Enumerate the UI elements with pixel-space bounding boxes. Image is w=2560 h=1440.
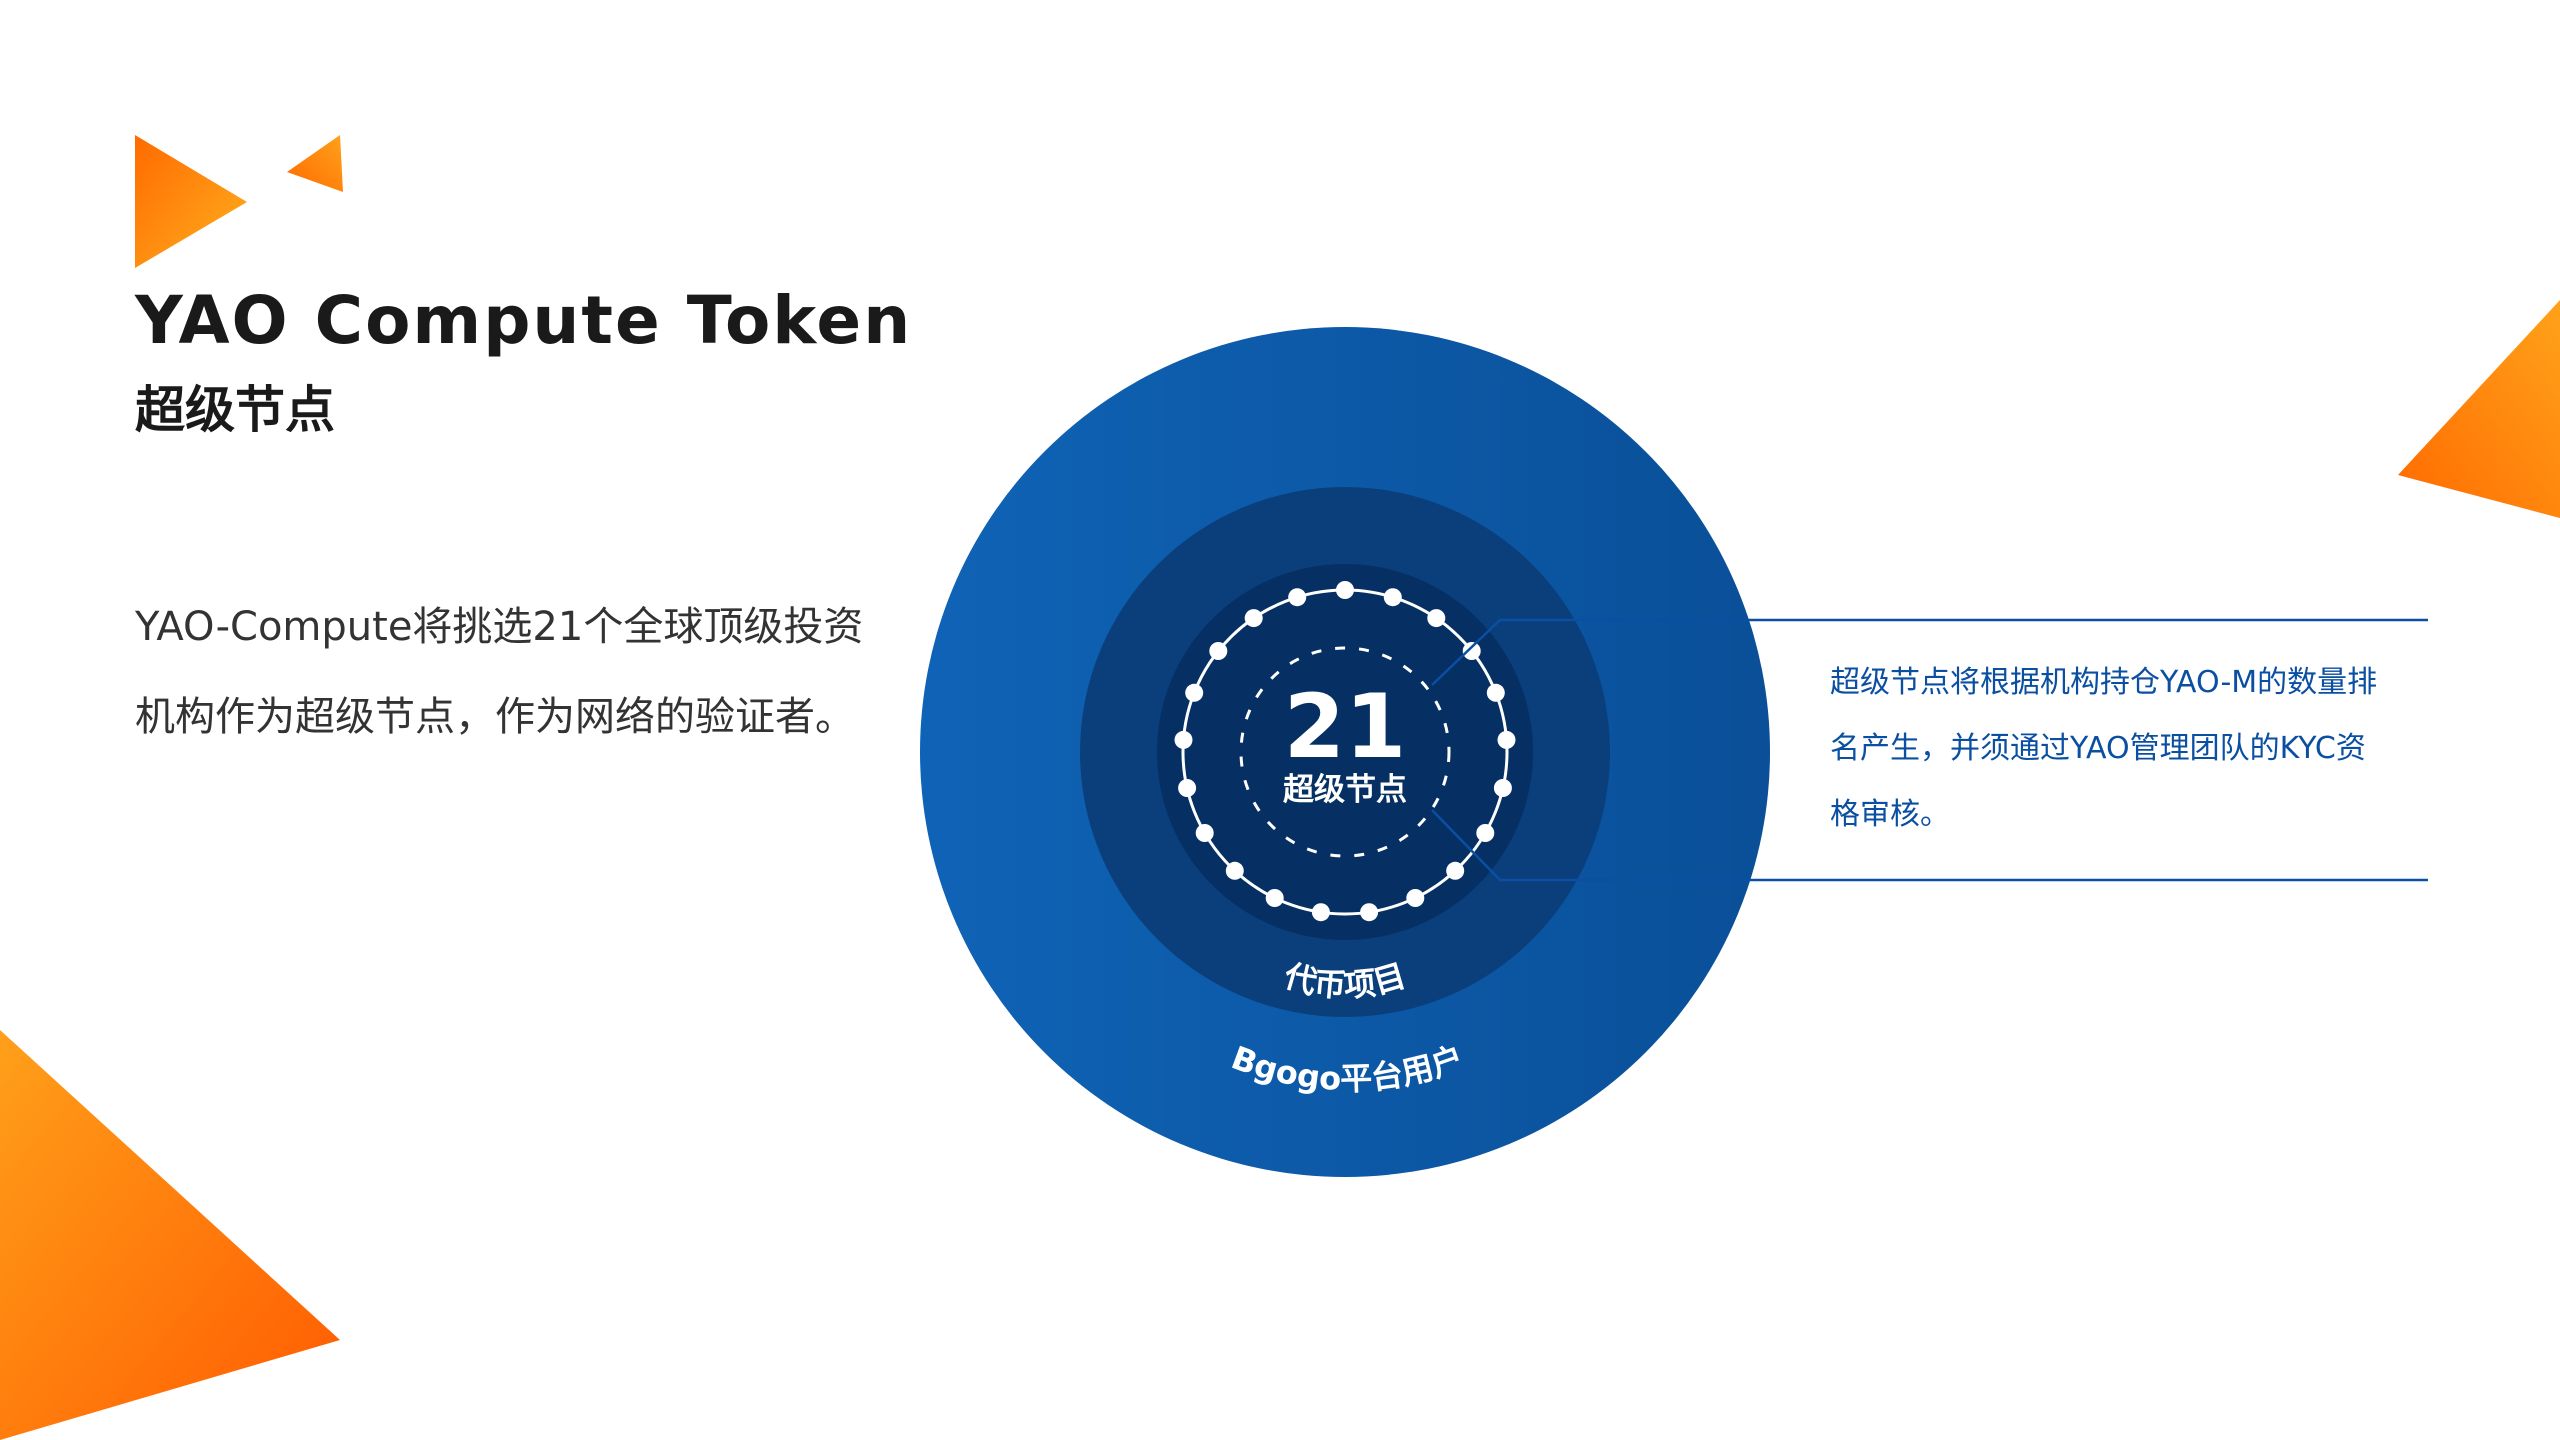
node-dot (1406, 889, 1425, 907)
node-dot (1311, 903, 1330, 922)
node-dot (1427, 609, 1446, 628)
node-dot (1195, 824, 1214, 842)
node-dot (1476, 824, 1495, 842)
node-dot (1288, 588, 1307, 607)
node-dot (1493, 779, 1512, 797)
callout-text: 超级节点将根据机构持仓YAO-M的数量排名产生，并须通过YAO管理团队的KYC资… (1830, 665, 2378, 832)
node-dot (1497, 730, 1516, 749)
node-dot (1336, 581, 1354, 599)
node-dot (1244, 609, 1263, 628)
node-dot (1383, 588, 1402, 607)
node-dot (1486, 683, 1505, 702)
node-dot (1446, 861, 1465, 880)
node-dot (1225, 861, 1244, 880)
node-dot (1360, 903, 1379, 922)
node-dot (1209, 642, 1228, 660)
super-node-label: 超级节点 (1283, 772, 1407, 808)
node-dot (1174, 730, 1193, 749)
super-node-count: 21 (1284, 675, 1406, 778)
node-dot (1185, 683, 1204, 702)
node-dot (1265, 889, 1284, 907)
node-dot (1462, 642, 1481, 660)
node-dot (1178, 779, 1197, 797)
